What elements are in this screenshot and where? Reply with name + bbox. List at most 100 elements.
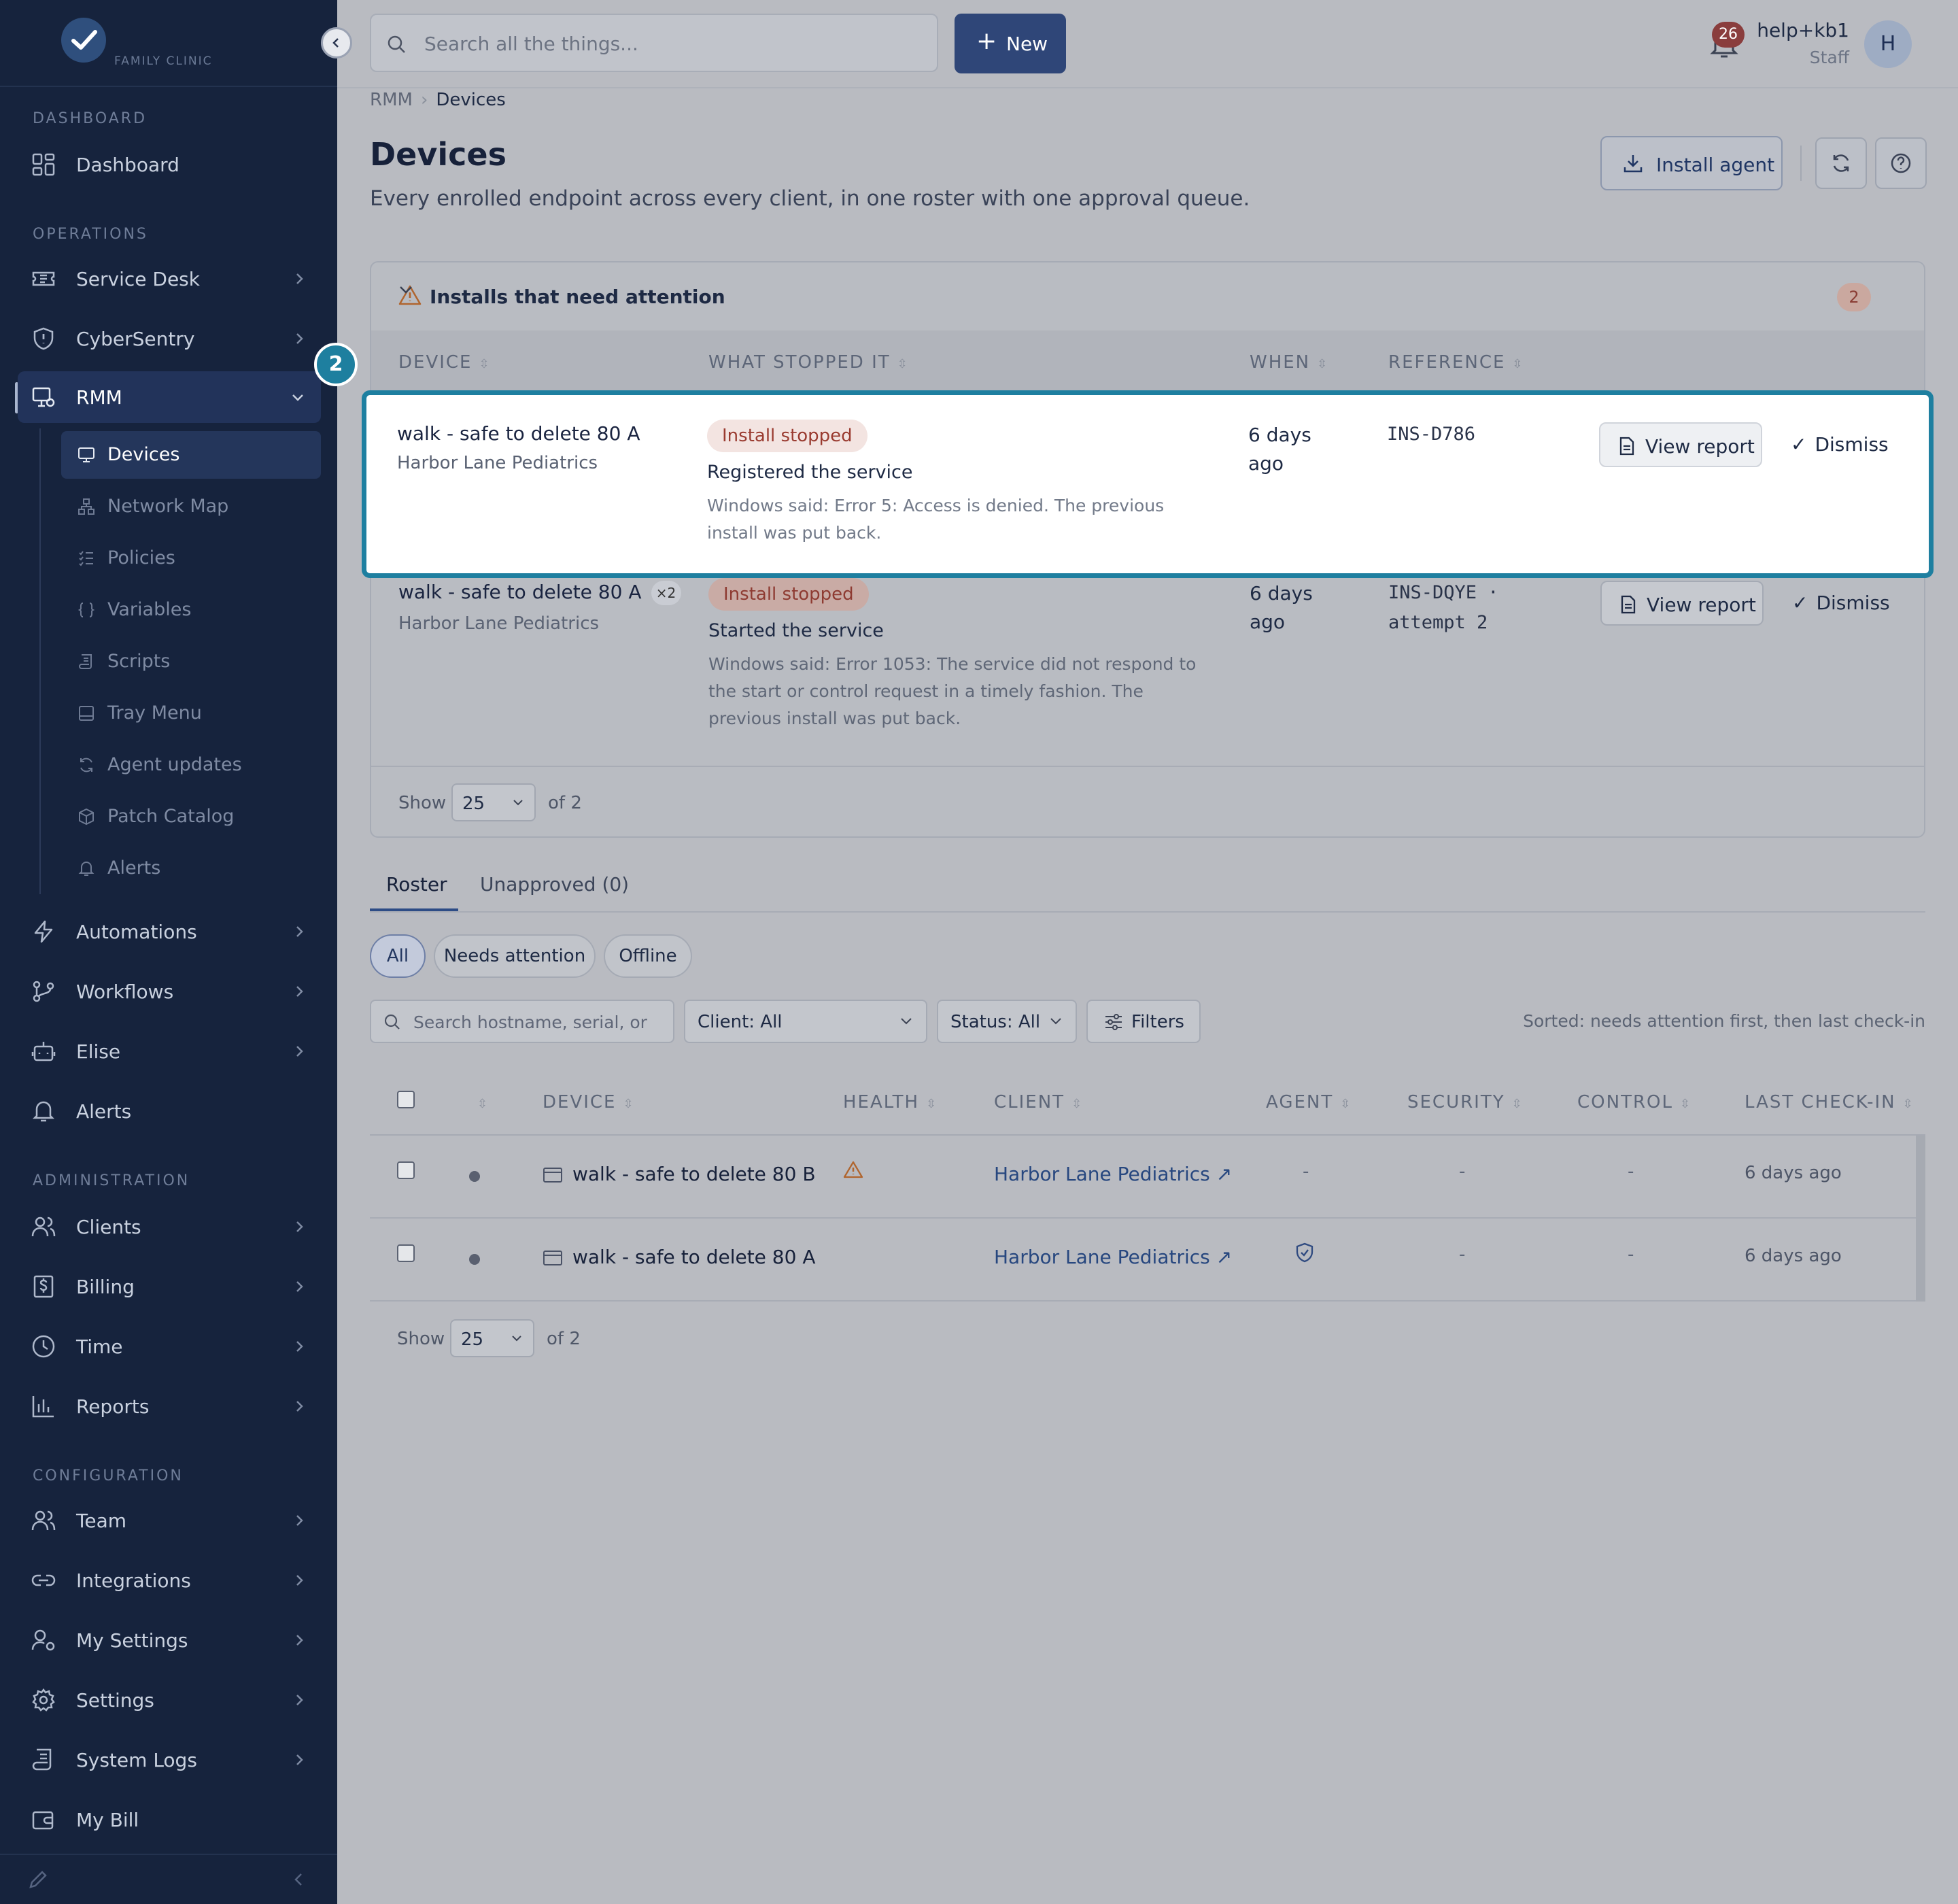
- new-button[interactable]: + New: [955, 14, 1066, 73]
- checklist-icon: [79, 551, 93, 566]
- filter-chip-needs-attention[interactable]: Needs attention: [434, 934, 596, 978]
- attention-header[interactable]: Installs that need attention 2: [371, 262, 1924, 330]
- sidebar-item-reports[interactable]: Reports: [18, 1380, 321, 1432]
- table-scrollbar[interactable]: [1916, 1136, 1925, 1302]
- roster-search-input[interactable]: [413, 1010, 665, 1034]
- device-name[interactable]: walk - safe to delete 80 A: [397, 422, 640, 445]
- page-subtitle: Every enrolled endpoint across every cli…: [370, 186, 1250, 211]
- view-report-button[interactable]: View report: [1599, 422, 1762, 467]
- breadcrumb-rmm[interactable]: RMM: [370, 90, 413, 110]
- device-link[interactable]: walk - safe to delete 80 A: [543, 1246, 816, 1268]
- chevron-left-icon: [332, 38, 339, 48]
- top-bar: + New 26 help+kb1 Staff H: [337, 0, 1958, 87]
- sidebar-item-cybersentry[interactable]: CyberSentry: [18, 313, 321, 364]
- help-button[interactable]: [1875, 137, 1927, 189]
- tab-unapproved[interactable]: Unapproved (0): [480, 873, 629, 896]
- last-check-in: 6 days ago: [1745, 1246, 1842, 1266]
- sidebar-item-clients[interactable]: Clients: [18, 1201, 321, 1253]
- sidebar-collapse-button[interactable]: [321, 27, 352, 58]
- help-circle-icon: [1891, 153, 1911, 173]
- refresh-icon: [1833, 154, 1849, 172]
- refresh-button[interactable]: [1815, 137, 1867, 189]
- control-value: -: [1628, 1244, 1634, 1265]
- sidebar-item-team[interactable]: Team: [18, 1495, 321, 1546]
- filters-button[interactable]: Filters: [1086, 1000, 1201, 1043]
- sidebar-sub-patch-catalog[interactable]: Patch Catalog: [61, 793, 321, 840]
- device-link[interactable]: walk - safe to delete 80 B: [543, 1163, 816, 1185]
- global-search-input[interactable]: [424, 30, 914, 57]
- sidebar-item-service-desk[interactable]: Service Desk: [18, 253, 321, 305]
- column-last-check-in[interactable]: LAST CHECK-IN ⇳: [1745, 1092, 1914, 1112]
- sidebar-sub-variables[interactable]: Variables: [61, 586, 321, 634]
- roster-search[interactable]: [370, 1000, 674, 1043]
- sidebar-item-settings[interactable]: Settings: [18, 1674, 321, 1726]
- sidebar-item-label: Alerts: [107, 857, 161, 879]
- column-device[interactable]: DEVICE ⇳: [543, 1092, 635, 1112]
- sidebar-item-integrations[interactable]: Integrations: [18, 1554, 321, 1606]
- tab-roster[interactable]: Roster: [386, 873, 447, 896]
- avatar[interactable]: H: [1864, 20, 1912, 68]
- sidebar-item-label: Scripts: [107, 651, 171, 672]
- global-search[interactable]: [370, 14, 938, 72]
- error-message: Windows said: Error 5: Access is denied.…: [707, 496, 1165, 543]
- column-what-stopped-it[interactable]: WHAT STOPPED IT ⇳: [708, 352, 909, 373]
- table-row[interactable]: walk - safe to delete 80 B Harbor Lane P…: [370, 1136, 1925, 1219]
- collapse-left-icon[interactable]: [291, 1871, 306, 1888]
- sidebar-item-label: Elise: [76, 1040, 121, 1063]
- sidebar-sub-alerts[interactable]: Alerts: [61, 845, 321, 892]
- column-agent[interactable]: AGENT ⇳: [1266, 1092, 1352, 1112]
- column-when[interactable]: WHEN ⇳: [1250, 352, 1328, 373]
- sidebar-item-alerts[interactable]: Alerts: [18, 1085, 321, 1137]
- sidebar-item-rmm[interactable]: RMM: [18, 371, 321, 423]
- sidebar-sub-tray-menu[interactable]: Tray Menu: [61, 690, 321, 737]
- select-all-checkbox[interactable]: [397, 1091, 415, 1108]
- table-row[interactable]: walk - safe to delete 80 A Harbor Lane P…: [370, 1219, 1925, 1302]
- sidebar-sub-agent-updates[interactable]: Agent updates: [61, 741, 321, 789]
- sidebar-item-elise[interactable]: Elise: [18, 1025, 321, 1077]
- chevron-right-icon: [296, 1281, 303, 1292]
- sidebar-item-dashboard[interactable]: Dashboard: [18, 139, 321, 190]
- dismiss-button[interactable]: ✓ Dismiss: [1791, 433, 1889, 456]
- window-icon: [543, 1251, 562, 1265]
- sidebar-sub-policies[interactable]: Policies: [61, 534, 321, 582]
- sidebar-item-label: Integrations: [76, 1569, 191, 1592]
- column-health[interactable]: HEALTH ⇳: [843, 1092, 938, 1112]
- device-name[interactable]: walk - safe to delete 80 A ×2: [398, 581, 681, 605]
- client-link[interactable]: Harbor Lane Pediatrics ↗: [994, 1246, 1232, 1268]
- filter-chip-offline[interactable]: Offline: [604, 934, 692, 978]
- column-client[interactable]: CLIENT ⇳: [994, 1092, 1083, 1112]
- column-control[interactable]: CONTROL ⇳: [1577, 1092, 1691, 1112]
- clinic-logo[interactable]: [61, 18, 106, 63]
- sidebar-item-system-logs[interactable]: System Logs: [18, 1734, 321, 1786]
- device-client: Harbor Lane Pediatrics: [397, 453, 598, 473]
- sidebar-sub-scripts[interactable]: Scripts: [61, 638, 321, 685]
- sidebar-sub-devices[interactable]: Devices: [61, 431, 321, 479]
- filter-chip-all[interactable]: All: [370, 934, 426, 978]
- row-checkbox[interactable]: [397, 1161, 415, 1179]
- sidebar-item-label: Tray Menu: [107, 702, 202, 724]
- sidebar-item-automations[interactable]: Automations: [18, 906, 321, 957]
- sidebar-sub-network-map[interactable]: Network Map: [61, 483, 321, 530]
- install-agent-button[interactable]: Install agent: [1600, 136, 1783, 190]
- column-device[interactable]: DEVICE ⇳: [398, 352, 491, 373]
- client-filter-dropdown[interactable]: Client: All: [684, 1000, 927, 1043]
- column-reference[interactable]: REFERENCE ⇳: [1388, 352, 1524, 373]
- sort-icon[interactable]: ⇳: [470, 1092, 489, 1112]
- view-report-button[interactable]: View report: [1600, 581, 1764, 626]
- page-size-select[interactable]: 25: [451, 783, 536, 821]
- pencil-icon[interactable]: [27, 1869, 49, 1890]
- dismiss-button[interactable]: ✓ Dismiss: [1792, 592, 1890, 614]
- sidebar-item-my-settings[interactable]: My Settings: [18, 1614, 321, 1666]
- row-checkbox[interactable]: [397, 1244, 415, 1262]
- roster-page-size-select[interactable]: 25: [450, 1319, 534, 1357]
- chevron-right-icon: [296, 1754, 303, 1765]
- sidebar-item-my-bill[interactable]: My Bill: [18, 1794, 321, 1846]
- status-filter-dropdown[interactable]: Status: All: [937, 1000, 1077, 1043]
- sidebar-item-billing[interactable]: Billing: [18, 1261, 321, 1312]
- link-icon: [31, 1574, 56, 1586]
- chevron-down-icon[interactable]: [398, 284, 413, 295]
- sidebar-item-time[interactable]: Time: [18, 1321, 321, 1372]
- client-link[interactable]: Harbor Lane Pediatrics ↗: [994, 1163, 1232, 1185]
- column-security[interactable]: SECURITY ⇳: [1407, 1092, 1524, 1112]
- sidebar-item-workflows[interactable]: Workflows: [18, 966, 321, 1017]
